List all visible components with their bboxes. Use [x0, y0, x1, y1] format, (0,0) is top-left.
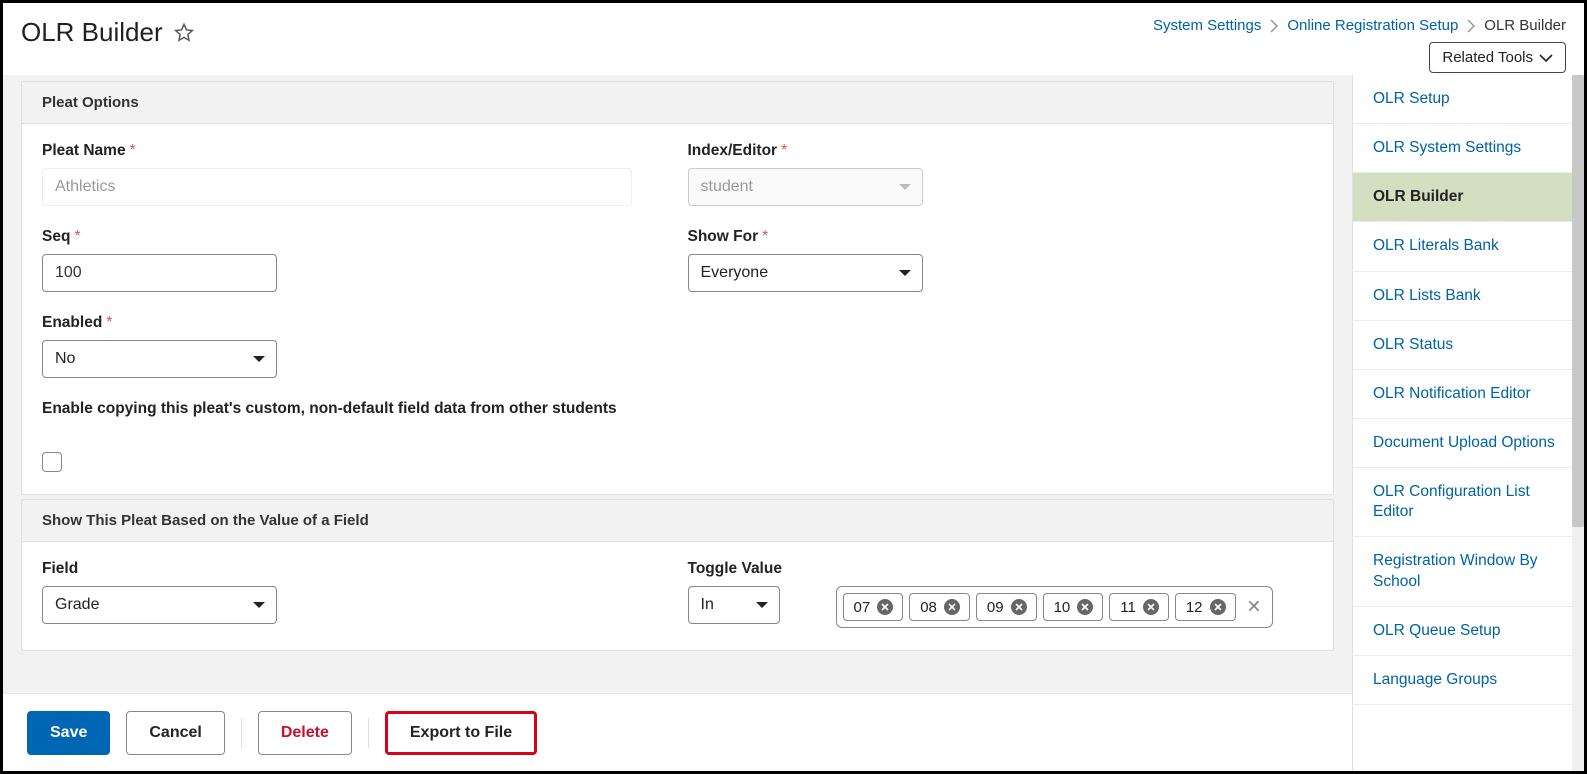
- close-icon[interactable]: [1076, 598, 1094, 616]
- close-icon[interactable]: [1010, 598, 1028, 616]
- side-nav[interactable]: OLR SetupOLR System SettingsOLR BuilderO…: [1352, 75, 1584, 771]
- caret-down-icon: [898, 182, 912, 192]
- tag-label: 09: [987, 599, 1004, 616]
- chevron-right-icon: [1466, 19, 1476, 33]
- breadcrumb: System Settings Online Registration Setu…: [1153, 17, 1566, 34]
- toggle-values-tags[interactable]: 07 08 09 10 11 12 ✕: [836, 586, 1273, 628]
- sidebar-item[interactable]: OLR Configuration List Editor: [1353, 468, 1584, 537]
- chevron-right-icon: [1269, 19, 1279, 33]
- divider: [368, 718, 369, 748]
- pleat-options-panel: Pleat Options Pleat Name*: [21, 81, 1334, 495]
- divider: [241, 718, 242, 748]
- tag-chip[interactable]: 10: [1043, 593, 1104, 621]
- caret-down-icon: [755, 600, 769, 610]
- caret-down-icon: [898, 268, 912, 278]
- scrollbar-thumb[interactable]: [1572, 75, 1584, 527]
- pleat-name-label: Pleat Name*: [42, 142, 668, 160]
- main-area: Pleat Options Pleat Name*: [3, 75, 1352, 771]
- scrollbar[interactable]: [1572, 75, 1584, 771]
- index-editor-label: Index/Editor*: [688, 142, 1314, 160]
- close-icon[interactable]: [876, 598, 894, 616]
- tag-label: 10: [1054, 599, 1071, 616]
- enable-copy-label: Enable copying this pleat's custom, non-…: [42, 400, 1313, 418]
- show-based-panel: Show This Pleat Based on the Value of a …: [21, 499, 1334, 651]
- close-icon[interactable]: [1209, 598, 1227, 616]
- related-tools-button[interactable]: Related Tools: [1429, 42, 1566, 73]
- top-bar: OLR Builder System Settings Online Regis…: [3, 3, 1584, 73]
- close-icon[interactable]: [943, 598, 961, 616]
- sidebar-item[interactable]: OLR Queue Setup: [1353, 607, 1584, 656]
- delete-button[interactable]: Delete: [258, 711, 352, 755]
- pleat-options-header: Pleat Options: [22, 82, 1333, 124]
- content-row: Pleat Options Pleat Name*: [3, 75, 1584, 771]
- enable-copy-checkbox[interactable]: [42, 452, 62, 472]
- sidebar-item[interactable]: Document Upload Options: [1353, 419, 1584, 468]
- show-based-body: Field Grade Toggle Value: [22, 542, 1333, 650]
- sidebar-item[interactable]: OLR Status: [1353, 321, 1584, 370]
- show-for-select[interactable]: Everyone: [688, 254, 923, 292]
- action-bar: Save Cancel Delete Export to File: [3, 693, 1352, 771]
- breadcrumb-current: OLR Builder: [1484, 17, 1566, 34]
- caret-down-icon: [252, 354, 266, 364]
- show-based-header: Show This Pleat Based on the Value of a …: [22, 500, 1333, 542]
- tag-chip[interactable]: 08: [909, 593, 970, 621]
- breadcrumb-link-1[interactable]: System Settings: [1153, 17, 1261, 34]
- enabled-select[interactable]: No: [42, 340, 277, 378]
- sidebar-item[interactable]: Registration Window By School: [1353, 537, 1584, 606]
- tag-chip[interactable]: 11: [1109, 593, 1169, 621]
- seq-label: Seq*: [42, 228, 668, 246]
- pleat-name-input[interactable]: [42, 168, 632, 206]
- enabled-label: Enabled*: [42, 314, 1313, 332]
- star-icon[interactable]: [173, 22, 195, 44]
- show-for-label: Show For*: [688, 228, 1314, 246]
- sidebar-item[interactable]: OLR Lists Bank: [1353, 272, 1584, 321]
- sidebar-item[interactable]: Language Groups: [1353, 656, 1584, 705]
- field-label: Field: [42, 560, 668, 578]
- sidebar-item[interactable]: OLR Setup: [1353, 75, 1584, 124]
- sidebar-item[interactable]: OLR Notification Editor: [1353, 370, 1584, 419]
- clear-all-icon[interactable]: ✕: [1246, 597, 1261, 618]
- page-title: OLR Builder: [21, 17, 163, 48]
- index-editor-select[interactable]: student: [688, 168, 923, 206]
- page-title-wrap: OLR Builder: [21, 17, 195, 48]
- sidebar-item[interactable]: OLR Literals Bank: [1353, 222, 1584, 271]
- save-button[interactable]: Save: [27, 711, 110, 755]
- cancel-button[interactable]: Cancel: [126, 711, 224, 755]
- caret-down-icon: [252, 600, 266, 610]
- tag-label: 08: [920, 599, 937, 616]
- tag-label: 11: [1120, 599, 1136, 616]
- related-tools-label: Related Tools: [1442, 49, 1533, 66]
- breadcrumb-link-2[interactable]: Online Registration Setup: [1287, 17, 1458, 34]
- tag-label: 07: [854, 599, 871, 616]
- sidebar-item[interactable]: OLR System Settings: [1353, 124, 1584, 173]
- field-select[interactable]: Grade: [42, 586, 277, 624]
- tag-chip[interactable]: 12: [1175, 593, 1236, 621]
- pleat-options-body: Pleat Name* Index/Editor* student: [22, 124, 1333, 494]
- tag-chip[interactable]: 07: [843, 593, 904, 621]
- chevron-down-icon: [1539, 53, 1553, 63]
- close-icon[interactable]: [1142, 598, 1160, 616]
- sidebar-item[interactable]: OLR Builder: [1353, 173, 1584, 222]
- scroll-region[interactable]: Pleat Options Pleat Name*: [3, 75, 1352, 693]
- export-button[interactable]: Export to File: [385, 711, 537, 755]
- toggle-value-label: Toggle Value: [688, 560, 1314, 578]
- app-frame: OLR Builder System Settings Online Regis…: [0, 0, 1587, 774]
- tag-label: 12: [1186, 599, 1203, 616]
- seq-input[interactable]: [42, 254, 277, 292]
- toggle-op-select[interactable]: In: [688, 586, 780, 624]
- tag-chip[interactable]: 09: [976, 593, 1037, 621]
- breadcrumb-wrap: System Settings Online Registration Setu…: [1153, 17, 1566, 73]
